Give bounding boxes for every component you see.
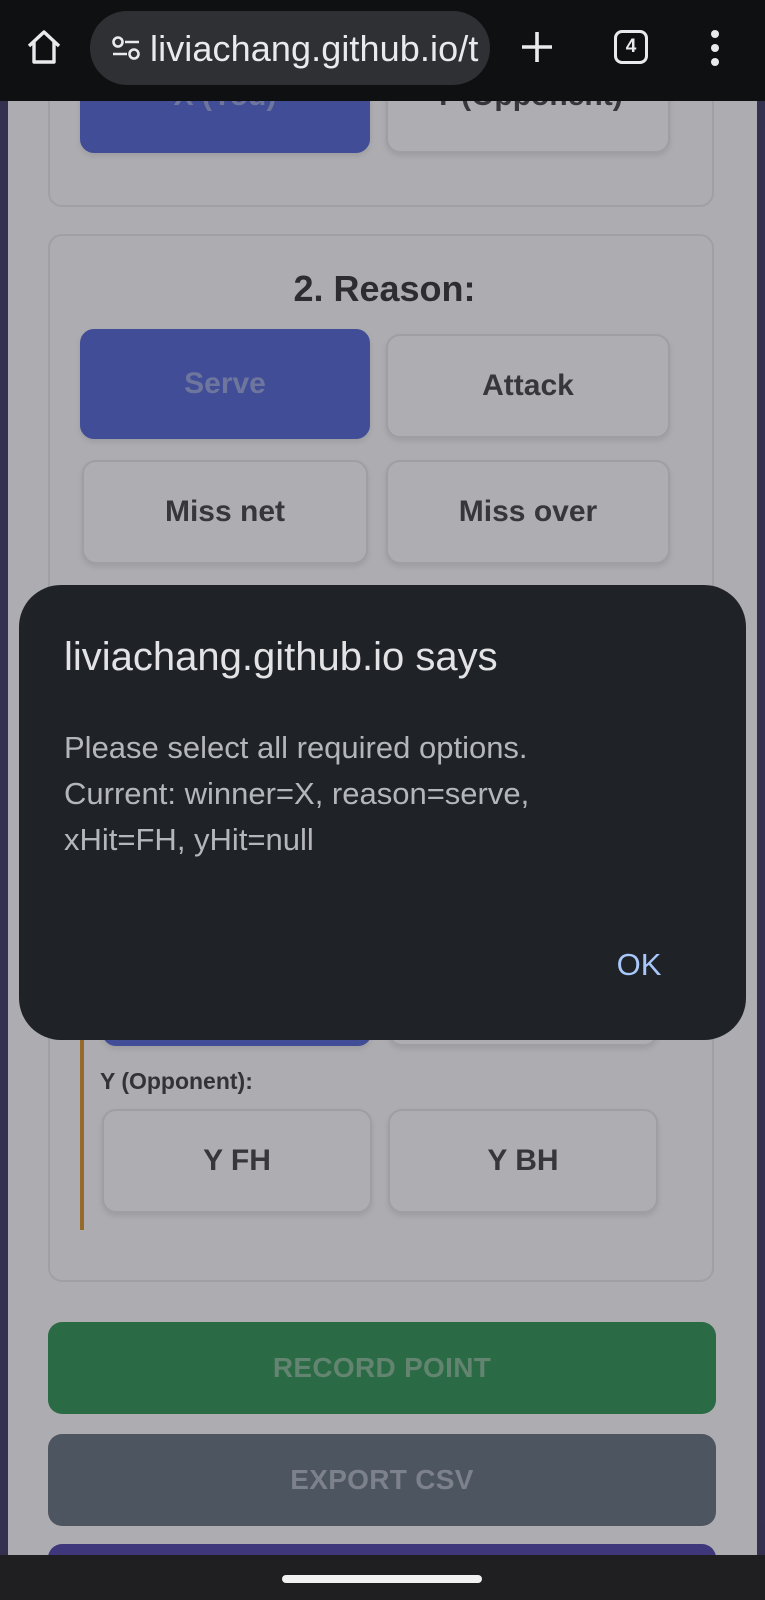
more-vert-icon[interactable] xyxy=(710,30,720,66)
dialog-message-line: Current: winner=X, reason=serve, xyxy=(64,776,530,811)
address-bar[interactable]: liviachang.github.io/t xyxy=(90,11,490,85)
y-hit-option-fh[interactable]: Y FH xyxy=(102,1109,372,1213)
site-settings-icon[interactable] xyxy=(112,35,140,61)
y-hit-option-bh[interactable]: Y BH xyxy=(388,1109,658,1213)
winner-option-x[interactable]: X (You) xyxy=(80,101,370,153)
gesture-handle[interactable] xyxy=(282,1575,482,1583)
alert-dialog: liviachang.github.io says Please select … xyxy=(19,585,746,1040)
hit-section-accent xyxy=(80,1020,84,1230)
reason-section-title: 2. Reason: xyxy=(293,268,476,309)
tab-switcher-button[interactable]: 4 xyxy=(614,30,648,64)
reason-option-miss-net[interactable]: Miss net xyxy=(82,460,368,564)
y-hit-label: Y (Opponent): xyxy=(100,1068,253,1094)
reason-option-serve[interactable]: Serve xyxy=(80,329,370,439)
browser-toolbar: liviachang.github.io/t 4 xyxy=(0,0,765,101)
reason-option-attack[interactable]: Attack xyxy=(386,334,670,438)
dialog-message-line: xHit=FH, yHit=null xyxy=(64,822,314,857)
winner-card: X (You) Y (Opponent) xyxy=(48,101,714,207)
home-icon[interactable] xyxy=(26,28,62,66)
dialog-ok-button[interactable]: OK xyxy=(599,940,679,990)
record-point-button[interactable]: RECORD POINT xyxy=(48,1322,716,1414)
url-text: liviachang.github.io/t xyxy=(150,28,479,69)
winner-option-y[interactable]: Y (Opponent) xyxy=(386,101,670,153)
new-tab-icon[interactable] xyxy=(519,29,555,65)
system-nav-bar xyxy=(0,1555,765,1600)
export-csv-button[interactable]: EXPORT CSV xyxy=(48,1434,716,1526)
reason-option-miss-over[interactable]: Miss over xyxy=(386,460,670,564)
dialog-message: Please select all required options. Curr… xyxy=(64,725,714,863)
dialog-message-line: Please select all required options. xyxy=(64,730,528,765)
dialog-title: liviachang.github.io says xyxy=(64,635,498,679)
next-action-button[interactable] xyxy=(48,1544,716,1555)
